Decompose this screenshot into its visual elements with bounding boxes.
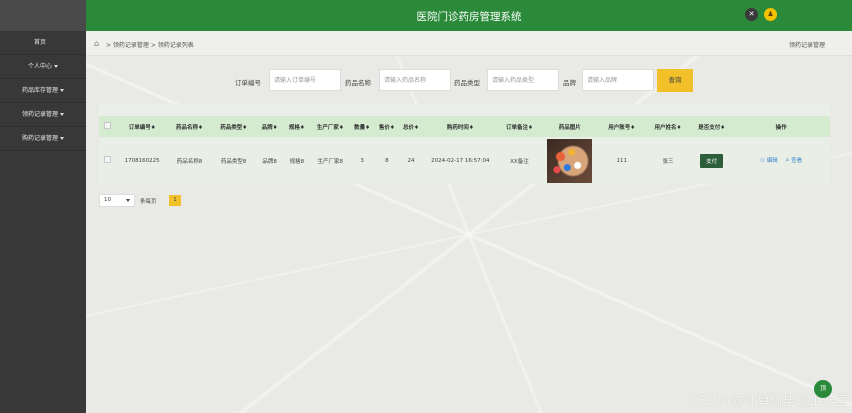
col-time[interactable]: 购药时间♦ xyxy=(423,116,498,137)
main-content: 订单编号 药品名称 药品类型 品牌 查询 订单编号♦ 药品名称♦ 药品类型♦ 品… xyxy=(86,56,852,413)
cell-account: 111 xyxy=(616,157,627,164)
cell-price: 8 xyxy=(385,157,389,164)
sidebar-item-home[interactable]: 首页 xyxy=(0,31,86,55)
row-checkbox[interactable] xyxy=(99,137,116,184)
col-paid[interactable]: 是否支付♦ xyxy=(691,116,732,137)
drug-name-input[interactable] xyxy=(379,69,451,91)
col-maker[interactable]: 生产厂家♦ xyxy=(311,116,350,137)
col-total[interactable]: 总价♦ xyxy=(399,116,423,137)
cell-note: XX备注 xyxy=(510,158,529,165)
col-brand[interactable]: 品牌♦ xyxy=(256,116,283,137)
cell-user-name: 张三 xyxy=(662,158,674,165)
chevron-down-icon xyxy=(126,199,130,202)
close-icon[interactable]: ✕ xyxy=(745,8,758,21)
select-all-checkbox[interactable] xyxy=(99,116,116,137)
page-size-value: 10 xyxy=(104,197,111,203)
sidebar-item-label: 药品库存管理 xyxy=(21,87,58,94)
sidebar-item-label: 首页 xyxy=(34,39,47,46)
cell-order-no: 1708160225 xyxy=(124,157,160,164)
cell-qty: 3 xyxy=(360,157,364,164)
col-price[interactable]: 售价♦ xyxy=(374,116,399,137)
cell-drug-type: 药品类型8 xyxy=(220,158,247,165)
cell-brand: 品牌8 xyxy=(262,158,277,165)
col-note[interactable]: 订单备注♦ xyxy=(498,116,541,137)
sidebar-item-label: 个人中心 xyxy=(27,63,52,70)
drug-type-label: 药品类型 xyxy=(454,79,480,87)
user-avatar-icon[interactable]: ♟ xyxy=(764,8,777,21)
cell-time: 2024-02-17 16:57:04 xyxy=(431,157,490,164)
drug-image[interactable] xyxy=(547,138,593,183)
col-actions: 操作 xyxy=(775,124,787,131)
drug-name-label: 药品名称 xyxy=(345,79,371,87)
col-image: 药品图片 xyxy=(558,124,581,131)
search-icon: ⌕ xyxy=(785,156,790,164)
pay-button[interactable]: 支付 xyxy=(700,153,724,168)
cell-actions: ⚇ 编辑 ⌕ 查看 xyxy=(732,137,830,184)
table-row: 1708160225 药品名称8 药品类型8 品牌8 规格8 生产厂家8 3 8… xyxy=(99,137,830,184)
sidebar-top xyxy=(0,0,86,31)
edit-label: 编辑 xyxy=(766,158,778,164)
sidebar-item-label: 购药记录管理 xyxy=(21,135,58,142)
edit-icon: ⚇ xyxy=(760,158,765,164)
records-table: 订单编号♦ 药品名称♦ 药品类型♦ 品牌♦ 规格♦ 生产厂家♦ 数量♦ 售价♦ … xyxy=(99,104,830,184)
caret-down-icon xyxy=(60,137,64,140)
cell-total: 24 xyxy=(407,157,415,164)
sidebar-item-purchase-records[interactable]: 购药记录管理 xyxy=(0,127,86,151)
order-no-input[interactable] xyxy=(269,69,341,91)
page-size-label: 条每页 xyxy=(140,199,157,205)
search-button[interactable]: 查询 xyxy=(657,69,693,92)
cell-paid: 支付 xyxy=(691,137,732,184)
col-drug-type[interactable]: 药品类型♦ xyxy=(211,116,256,137)
drug-type-input[interactable] xyxy=(487,69,559,91)
cell-image xyxy=(541,137,599,184)
col-account[interactable]: 用户账号♦ xyxy=(599,116,645,137)
page-number-button[interactable]: 1 xyxy=(169,195,181,206)
back-to-top-button[interactable]: 顶 xyxy=(814,380,832,398)
sidebar-item-label: 领药记录管理 xyxy=(21,111,58,118)
cell-spec: 规格8 xyxy=(289,158,305,165)
breadcrumb-current: 领药记录管理 xyxy=(788,42,825,49)
caret-down-icon xyxy=(60,89,64,92)
caret-down-icon xyxy=(54,65,58,68)
brand-label: 品牌 xyxy=(563,79,576,87)
caret-down-icon xyxy=(60,113,64,116)
app-title: 医院门诊药房管理系统 xyxy=(416,11,522,23)
home-icon[interactable]: ⌂ xyxy=(94,39,99,48)
view-button[interactable]: ⌕ 查看 xyxy=(785,156,803,164)
col-spec[interactable]: 规格♦ xyxy=(283,116,311,137)
breadcrumb-path: > 领药记录管理 > 领药记录列表 xyxy=(106,42,194,49)
sidebar-item-drug-inventory[interactable]: 药品库存管理 xyxy=(0,79,86,103)
sidebar-item-pickup-records[interactable]: 领药记录管理 xyxy=(0,103,86,127)
brand-input[interactable] xyxy=(582,69,654,91)
edit-button[interactable]: ⚇ 编辑 xyxy=(760,158,778,164)
header: 医院门诊药房管理系统 ✕ ♟ xyxy=(86,0,852,31)
cell-maker: 生产厂家8 xyxy=(317,158,344,165)
sidebar: 首页 个人中心 药品库存管理 领药记录管理 购药记录管理 xyxy=(0,0,86,413)
breadcrumb: ⌂ > 领药记录管理 > 领药记录列表 领药记录管理 xyxy=(86,31,852,56)
col-user-name[interactable]: 用户姓名♦ xyxy=(645,116,691,137)
table-header-row: 订单编号♦ 药品名称♦ 药品类型♦ 品牌♦ 规格♦ 生产厂家♦ 数量♦ 售价♦ … xyxy=(99,116,830,137)
col-order-no[interactable]: 订单编号♦ xyxy=(116,116,167,137)
col-drug-name[interactable]: 药品名称♦ xyxy=(168,116,211,137)
sidebar-item-personal-center[interactable]: 个人中心 xyxy=(0,55,86,79)
page-size-select[interactable]: 10 xyxy=(99,194,135,207)
table-toolbar xyxy=(99,104,830,116)
view-label: 查看 xyxy=(791,158,803,164)
cell-drug-name: 药品名称8 xyxy=(176,158,203,165)
order-no-label: 订单编号 xyxy=(235,79,261,87)
col-qty[interactable]: 数量♦ xyxy=(350,116,375,137)
